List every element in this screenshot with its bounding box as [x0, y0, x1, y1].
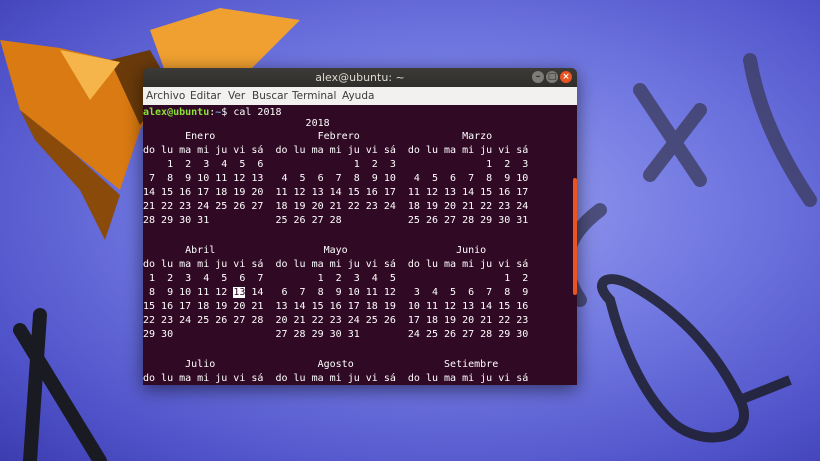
- scrollbar-thumb[interactable]: [573, 178, 577, 295]
- prompt-symbol: $: [221, 107, 234, 118]
- calendar-line: 29 30 27 28 29 30 31 24 25 26 27 28 29 3…: [143, 329, 529, 340]
- calendar-line: Abril Mayo Junio: [143, 245, 487, 256]
- menu-editar[interactable]: Editar: [190, 90, 221, 102]
- calendar-line: do lu ma mi ju vi sá do lu ma mi ju vi s…: [143, 373, 529, 384]
- prompt-user-host: alex@ubuntu: [143, 107, 210, 118]
- calendar-line: 8 9 10 11 12 13 14 6 7 8 9 10 11 12 3 4 …: [143, 287, 528, 299]
- close-button[interactable]: ×: [560, 71, 572, 83]
- menu-archivo[interactable]: Archivo: [146, 90, 185, 102]
- calendar-line: Julio Agosto Setiembre: [143, 359, 499, 370]
- menu-bar: Archivo Editar Ver Buscar Terminal Ayuda: [143, 87, 577, 105]
- penguin-sculpture: [597, 274, 792, 443]
- calendar-line-suffix: 14 6 7 8 9 10 11 12 3 4 5 6 7 8 9: [245, 287, 529, 298]
- calendar-line: do lu ma mi ju vi sá do lu ma mi ju vi s…: [143, 145, 529, 156]
- calendar-line: 21 22 23 24 25 26 27 18 19 20 21 22 23 2…: [143, 201, 529, 212]
- calendar-line: do lu ma mi ju vi sá do lu ma mi ju vi s…: [143, 259, 529, 270]
- black-x-sculpture: [13, 308, 107, 461]
- calendar-line: 15 16 17 18 19 20 21 13 14 15 16 17 18 1…: [143, 301, 529, 312]
- calendar-line: 22 23 24 25 26 27 28 20 21 22 23 24 25 2…: [143, 315, 529, 326]
- title-bar[interactable]: alex@ubuntu: ~ – □ ×: [143, 68, 577, 87]
- calendar-year: 2018: [143, 118, 330, 129]
- prompt-command: cal 2018: [233, 107, 282, 118]
- menu-ayuda[interactable]: Ayuda: [342, 90, 374, 102]
- calendar-line: 1 2 3 4 5 6 7 1 2 3 4 5 1 2: [143, 273, 529, 284]
- calendar-line: 28 29 30 31 25 26 27 28 25 26 27 28 29 3…: [143, 215, 529, 226]
- calendar-line: 7 8 9 10 11 12 13 4 5 6 7 8 9 10 4 5 6 7…: [143, 173, 529, 184]
- minimize-button[interactable]: –: [532, 71, 544, 83]
- grey-sculpture: [560, 53, 817, 307]
- today-highlight: 13: [233, 287, 246, 298]
- menu-buscar[interactable]: Buscar: [252, 90, 288, 102]
- terminal-output[interactable]: alex@ubuntu:~$ cal 2018 2018 Enero Febre…: [143, 105, 577, 385]
- menu-terminal[interactable]: Terminal: [292, 90, 336, 102]
- calendar-line: Enero Febrero Marzo: [143, 131, 493, 142]
- window-title: alex@ubuntu: ~: [315, 71, 405, 84]
- terminal-window[interactable]: alex@ubuntu: ~ – □ × Archivo Editar Ver …: [143, 68, 577, 385]
- calendar-line: 14 15 16 17 18 19 20 11 12 13 14 15 16 1…: [143, 187, 529, 198]
- menu-ver[interactable]: Ver: [228, 90, 245, 102]
- maximize-button[interactable]: □: [546, 71, 558, 83]
- calendar-line: 1 2 3 4 5 6 1 2 3 1 2 3: [143, 159, 529, 170]
- calendar-line-prefix: 8 9 10 11 12: [143, 287, 234, 298]
